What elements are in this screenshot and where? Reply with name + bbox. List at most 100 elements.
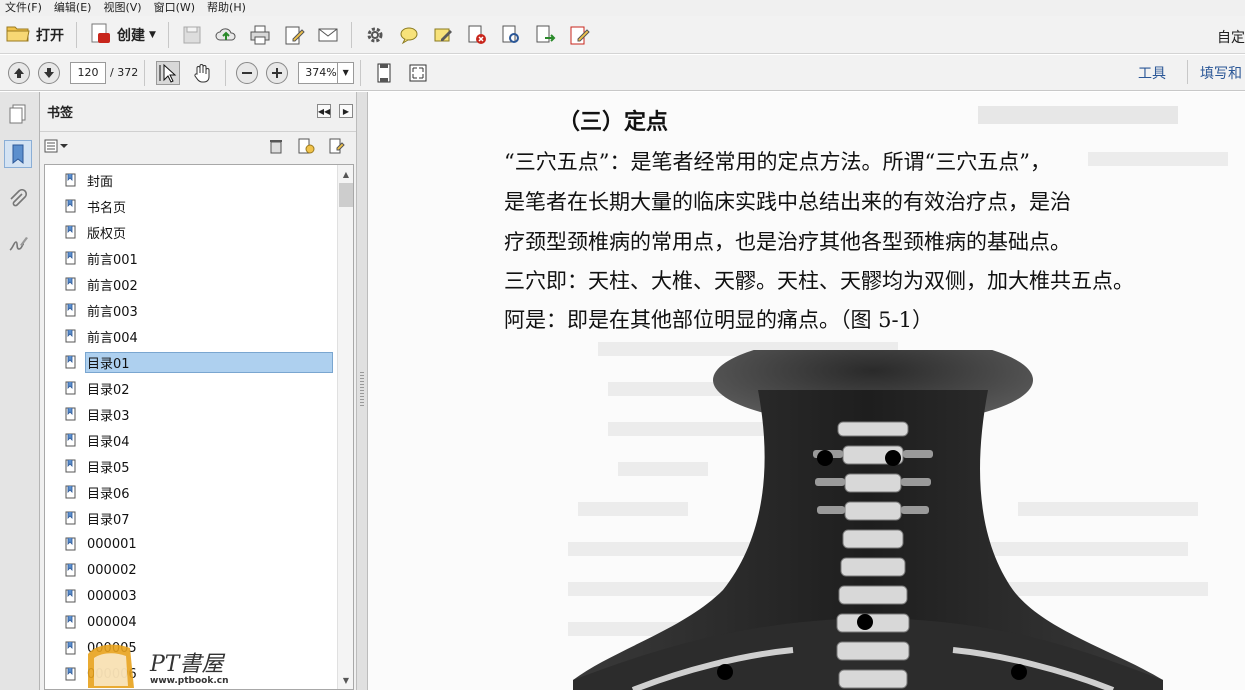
bookmark-item[interactable]: 前言001	[65, 247, 140, 269]
panel-title: 书签	[47, 106, 74, 121]
bookmark-item[interactable]: 000001	[65, 533, 139, 555]
zoom-out-button[interactable]	[236, 61, 259, 84]
menu-window[interactable]: 窗口(W)	[149, 0, 202, 16]
bookmark-item[interactable]: 目录03	[65, 403, 132, 425]
bookmark-label: 目录07	[87, 512, 130, 528]
zoom-select[interactable]: 374% ▼	[298, 61, 355, 84]
bookmark-label: 000001	[87, 536, 137, 552]
body-line-3: 疗颈型颈椎病的常用点，也是治疗其他各型颈椎病的基础点。	[504, 230, 1071, 254]
bookmark-item[interactable]: 目录06	[65, 481, 132, 503]
bookmark-label: 000004	[87, 614, 137, 630]
highlight-icon[interactable]	[431, 23, 455, 47]
bookmark-item[interactable]: 目录01	[65, 351, 333, 373]
chevron-down-icon[interactable]: ▼	[337, 62, 353, 83]
bookmark-label: 目录04	[87, 434, 130, 450]
previous-page-button[interactable]	[8, 61, 30, 84]
bookmark-item[interactable]: 前言002	[65, 273, 140, 295]
collapse-panel-icon[interactable]: ◀◀	[317, 104, 331, 118]
watermark-url: www.ptbook.cn	[150, 676, 229, 686]
new-bookmark-icon[interactable]	[297, 138, 315, 157]
bookmark-icon	[65, 511, 77, 525]
bookmark-item[interactable]: 000003	[65, 585, 139, 607]
page-number-input[interactable]: 120	[70, 61, 106, 84]
bookmark-icon	[65, 563, 77, 577]
page-total: / 372	[110, 66, 139, 79]
bookmark-item[interactable]: 目录04	[65, 429, 132, 451]
bookmark-item[interactable]: 目录05	[65, 455, 132, 477]
cloud-upload-icon[interactable]	[214, 23, 238, 47]
customize-label[interactable]: 自定	[1217, 27, 1245, 47]
body-line-4: 三穴即：天柱、大椎、天髎。天柱、天髎均为双侧，加大椎共五点。	[504, 269, 1134, 293]
menu-file[interactable]: 文件(F)	[0, 0, 49, 16]
bookmark-tree: 封面书名页版权页前言001 前言002 前言003 前言004 目录01 目录02 目录03…	[44, 164, 354, 690]
body-line-1: “三穴五点”：是笔者经常用的定点方法。所谓“三穴五点”，	[504, 150, 1051, 174]
bookmark-properties-icon[interactable]	[328, 138, 346, 157]
page-thumbnails-icon[interactable]	[4, 100, 32, 128]
bookmark-label: 封面	[87, 174, 114, 190]
export-icon[interactable]	[533, 23, 557, 47]
hand-tool-icon[interactable]	[190, 61, 214, 85]
comment-icon[interactable]	[397, 23, 421, 47]
bookmark-item[interactable]: 前言004	[65, 325, 140, 347]
plus-icon	[272, 67, 283, 78]
delete-bookmark-icon[interactable]	[268, 138, 284, 157]
bookmark-icon	[65, 251, 77, 265]
bookmark-icon	[65, 173, 77, 187]
bookmark-item[interactable]: 版权页	[65, 221, 128, 243]
open-button[interactable]: 打开	[0, 20, 70, 50]
search-document-icon[interactable]	[499, 23, 523, 47]
splitter-grip[interactable]	[360, 372, 364, 406]
toolbar-divider	[360, 59, 362, 86]
zoom-in-button[interactable]	[266, 61, 289, 84]
print-icon[interactable]	[248, 23, 272, 47]
bookmark-item[interactable]: 封面	[65, 169, 115, 191]
scroll-down-icon[interactable]: ▼	[338, 672, 353, 688]
body-line-5: 阿是：即是在其他部位明显的痛点。（图 5-1）	[504, 308, 933, 332]
panel-splitter[interactable]	[356, 92, 368, 690]
save-icon[interactable]	[180, 23, 204, 47]
body-line-2: 是笔者在长期大量的临床实践中总结出来的有效治疗点，是治	[504, 190, 1071, 214]
sign-document-icon[interactable]	[567, 23, 591, 47]
edit-document-icon[interactable]	[282, 23, 306, 47]
navigation-rail	[0, 92, 40, 690]
bookmarks-icon[interactable]	[4, 140, 32, 168]
select-tool-icon[interactable]	[156, 60, 181, 85]
create-label: 创建	[117, 27, 145, 44]
arrow-down-icon	[44, 67, 54, 78]
scroll-thumb[interactable]	[339, 183, 353, 207]
options-menu-icon[interactable]	[44, 138, 70, 157]
scroll-up-icon[interactable]: ▲	[338, 166, 353, 182]
fit-page-icon[interactable]	[372, 61, 396, 85]
gear-icon[interactable]	[363, 23, 387, 47]
email-icon[interactable]	[316, 23, 340, 47]
bookmark-item[interactable]: 000002	[65, 559, 139, 581]
toolbar-divider	[167, 21, 169, 48]
attachment-icon[interactable]	[4, 186, 32, 214]
menu-edit[interactable]: 编辑(E)	[49, 0, 99, 16]
menu-help[interactable]: 帮助(H)	[202, 0, 253, 16]
bookmark-item[interactable]: 000004	[65, 611, 139, 633]
tools-pane-link[interactable]: 工具	[1138, 63, 1166, 83]
bookmark-item[interactable]: 目录07	[65, 507, 132, 529]
menu-view[interactable]: 视图(V)	[98, 0, 148, 16]
panel-toolbar	[40, 132, 356, 162]
full-screen-icon[interactable]	[406, 61, 430, 85]
bookmark-label: 前言003	[87, 304, 138, 320]
remove-icon[interactable]	[465, 23, 489, 47]
bookmark-item[interactable]: 书名页	[65, 195, 128, 217]
fill-sign-pane-link[interactable]: 填写和	[1200, 63, 1242, 83]
create-pdf-icon	[89, 22, 111, 47]
signatures-icon[interactable]	[4, 230, 32, 258]
bookmark-label: 目录02	[87, 382, 130, 398]
bookmark-item[interactable]: 目录02	[65, 377, 132, 399]
document-view[interactable]: （三）定点 “三穴五点”：是笔者经常用的定点方法。所谓“三穴五点”， 是笔者在长…	[368, 92, 1245, 690]
create-button[interactable]: 创建 ▼	[83, 20, 162, 50]
expand-panel-icon[interactable]: ▶	[339, 104, 353, 118]
bookmark-icon	[65, 667, 77, 681]
arrow-up-icon	[14, 67, 24, 78]
next-page-button[interactable]	[38, 61, 60, 84]
bookmark-label: 前言002	[87, 278, 138, 294]
bookmark-scrollbar[interactable]: ▲ ▼	[337, 165, 353, 689]
bookmark-item[interactable]: 前言003	[65, 299, 140, 321]
bookmark-icon	[65, 225, 77, 239]
